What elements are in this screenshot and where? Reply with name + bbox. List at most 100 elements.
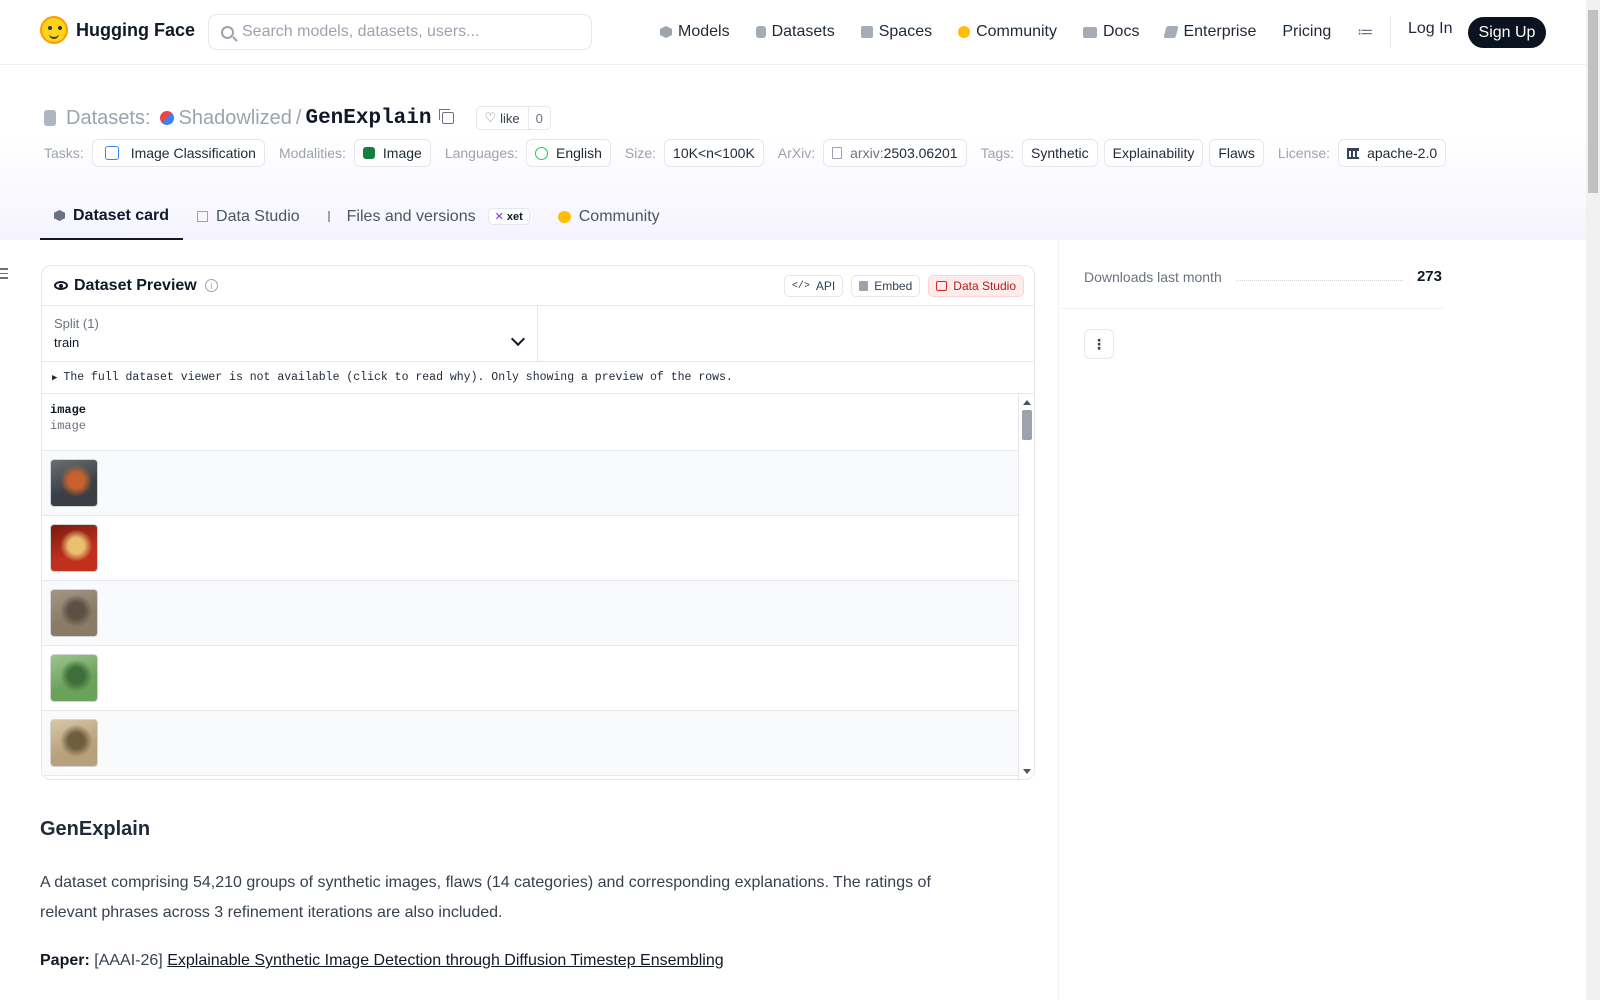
code-icon: </> (791, 280, 810, 292)
button-label: API (815, 279, 836, 293)
notice-text: The full dataset viewer is not available… (63, 371, 733, 384)
nav-link-enterprise[interactable]: Enterprise (1163, 23, 1257, 41)
size-tag[interactable]: 10K<n<100K (664, 139, 764, 167)
repo-header: Datasets: Shadowlized / GenExplain ♡ like… (0, 65, 1586, 240)
table-row[interactable] (42, 646, 1020, 711)
nav-link-pricing[interactable]: Pricing (1282, 23, 1331, 41)
thumb-crawfish-plate[interactable] (50, 524, 98, 572)
sidebar-toggle-icon[interactable] (0, 268, 10, 280)
nav-links: Models Datasets Spaces Community Docs En… (660, 18, 1399, 46)
tab-label: Data Studio (216, 207, 300, 225)
table-icon (936, 281, 948, 291)
tag-label: English (556, 145, 602, 161)
thumb-cooked-lobster[interactable] (50, 459, 98, 507)
nav-link-spaces[interactable]: Spaces (860, 23, 933, 41)
button-label: Embed (874, 279, 913, 293)
table-scrollbar[interactable] (1018, 394, 1034, 779)
nav-link-label: Enterprise (1183, 23, 1257, 40)
heart-icon: ♡ (484, 110, 497, 125)
tag-label: Image (382, 145, 422, 161)
page-scrollbar-thumb[interactable] (1588, 10, 1598, 193)
table-row[interactable] (42, 581, 1020, 646)
table-row[interactable] (42, 516, 1020, 581)
table-row[interactable] (42, 451, 1020, 516)
arxiv-tag[interactable]: arxiv:2503.06201 (823, 139, 967, 167)
data-studio-button[interactable]: Data Studio (928, 275, 1024, 297)
brand-logo[interactable]: Hugging Face (40, 16, 195, 44)
like-count[interactable]: 0 (529, 111, 550, 126)
more-menu-icon[interactable]: ≔ (1357, 22, 1373, 42)
repo-name[interactable]: GenExplain (305, 107, 431, 130)
tab-community[interactable]: Community (544, 193, 674, 240)
preview-header: Dataset Preview i </> API Embed Data Stud… (42, 266, 1034, 306)
tab-files-and-versions[interactable]: Files and versions ✕ xet (314, 193, 544, 240)
dataset-card-icon (54, 210, 65, 221)
tab-dataset-card[interactable]: Dataset card (40, 193, 184, 240)
search-box[interactable] (208, 14, 592, 50)
scrollbar-thumb[interactable] (1022, 410, 1032, 440)
login-link[interactable]: Log In (1408, 20, 1452, 38)
embed-button[interactable]: Embed (851, 275, 921, 297)
split-label: Split (1) (54, 316, 99, 331)
paper-line: Paper: [AAAI-26] Explainable Synthetic I… (40, 952, 724, 970)
downloads-count: 273 (1416, 268, 1442, 285)
signup-button[interactable]: Sign Up (1468, 17, 1546, 48)
scroll-up-icon[interactable] (1023, 400, 1031, 405)
size-label: Size: (624, 145, 657, 161)
brand-name: Hugging Face (76, 19, 196, 40)
tag-explainability[interactable]: Explainability (1103, 139, 1204, 167)
tag-synthetic[interactable]: Synthetic (1022, 139, 1098, 167)
tab-label: Community (578, 207, 660, 225)
search-icon (221, 25, 234, 39)
arxiv-label: ArXiv: (777, 145, 816, 161)
nav-link-docs[interactable]: Docs (1083, 23, 1139, 41)
community-icon (958, 26, 971, 38)
table-row[interactable] (42, 711, 1020, 776)
thumb-blue-heron[interactable] (50, 654, 98, 702)
api-button[interactable]: </> API (783, 275, 844, 297)
nav-link-label: Models (678, 23, 730, 40)
downloads-label: Downloads last month (1084, 268, 1222, 285)
info-icon[interactable]: i (204, 279, 218, 292)
document-icon (832, 147, 843, 159)
page-scrollbar[interactable] (1586, 0, 1600, 1000)
nav-link-datasets[interactable]: Datasets (755, 23, 835, 41)
eye-icon (54, 281, 68, 290)
repo-tabs: Dataset card Data Studio Files and versi… (40, 193, 674, 240)
like-button[interactable]: ♡ like 0 (475, 106, 551, 130)
globe-icon (535, 146, 548, 160)
language-tag-english[interactable]: English (526, 139, 611, 167)
search-input[interactable] (242, 23, 572, 41)
nav-link-label: Spaces (878, 23, 933, 40)
paper-link[interactable]: Explainable Synthetic Image Detection th… (167, 952, 723, 969)
task-tag-image-classification[interactable]: Image Classification (91, 139, 265, 167)
tab-label: Files and versions (346, 207, 476, 225)
tag-label: Image Classification (130, 145, 256, 161)
community-icon (557, 210, 571, 223)
owner-avatar[interactable] (160, 111, 175, 125)
split-select[interactable]: Split (1) train (42, 306, 538, 361)
thumb-insect-on-ground[interactable] (50, 589, 98, 637)
modalities-label: Modalities: (278, 145, 346, 161)
button-label: Data Studio (953, 279, 1016, 293)
modality-tag-image[interactable]: Image (353, 139, 431, 167)
tab-data-studio[interactable]: Data Studio (183, 193, 314, 240)
metadata-row: Tasks: Image Classification Modalities: … (44, 139, 1460, 167)
datasets-breadcrumb[interactable]: Datasets: (66, 107, 150, 130)
image-classification-icon (104, 146, 119, 160)
thumb-bittern-reeds[interactable] (50, 719, 98, 767)
column-name: image (50, 403, 87, 417)
nav-link-community[interactable]: Community (958, 23, 1057, 41)
owner-link[interactable]: Shadowlized (178, 107, 291, 130)
preview-actions: </> API Embed Data Studio (783, 275, 1024, 297)
nav-link-models[interactable]: Models (660, 23, 730, 41)
more-options-button[interactable]: ⋮ (1084, 329, 1114, 359)
preview-table: image image (42, 394, 1034, 779)
breadcrumb-separator: / (295, 106, 302, 129)
downloads-stat: Downloads last month 273 (1084, 268, 1442, 285)
license-tag[interactable]: apache-2.0 (1338, 139, 1447, 167)
scroll-down-icon[interactable] (1023, 769, 1031, 774)
copy-icon[interactable] (438, 109, 454, 124)
tag-flaws[interactable]: Flaws (1209, 139, 1264, 167)
viewer-notice[interactable]: ▶ The full dataset viewer is not availab… (42, 362, 1034, 394)
